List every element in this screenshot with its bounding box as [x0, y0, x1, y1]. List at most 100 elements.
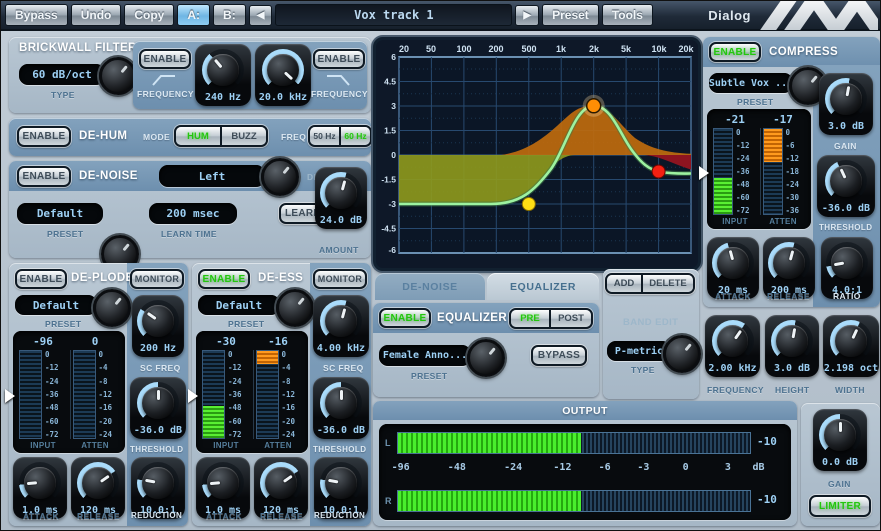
- tab-de-noise[interactable]: DE-NOISE: [375, 273, 485, 300]
- compress-title: COMPRESS: [769, 46, 838, 58]
- dehum-enable-button[interactable]: ENABLE: [17, 126, 71, 147]
- compress-atten-label: ATTEN: [759, 217, 807, 226]
- eq-band-handle-lowshelf[interactable]: [522, 198, 535, 211]
- eq-band-handle-parametric[interactable]: [587, 99, 601, 113]
- limiter-button[interactable]: LIMITER: [809, 495, 871, 517]
- deplode-reduction-knob-module[interactable]: 10.0:1: [131, 457, 185, 519]
- equalizer-pre-button[interactable]: PRE: [511, 310, 549, 327]
- denoise-preset-display[interactable]: Default: [17, 203, 103, 224]
- band-width-knob-module[interactable]: 2.198 oct: [823, 315, 879, 377]
- output-scale: -96 -48 -24 -12 -6 -3 0 3 dB: [397, 462, 749, 482]
- lowpass-frequency-knob-module[interactable]: 20.0 kHz: [255, 44, 311, 106]
- ab-compare-b-button[interactable]: B:: [213, 4, 246, 26]
- brickwall-type-knob[interactable]: [99, 57, 137, 95]
- ab-compare-a-button[interactable]: A:: [177, 4, 210, 26]
- svg-text:10k: 10k: [651, 44, 667, 54]
- deplode-title: DE-PLODE: [71, 272, 134, 284]
- bypass-button[interactable]: Bypass: [5, 4, 68, 26]
- tab-equalizer[interactable]: EQUALIZER: [487, 273, 599, 300]
- denoise-amount-knob-module[interactable]: 24.0 dB: [315, 167, 367, 229]
- deplode-monitor-button[interactable]: MONITOR: [130, 269, 184, 289]
- compress-threshold-marker[interactable]: [699, 166, 716, 180]
- output-gain-knob-module[interactable]: 0.0 dB: [813, 409, 867, 471]
- eq-graph[interactable]: 20501002005001k2k5k10k20k 64.531.50-1.5-…: [373, 37, 701, 271]
- brickwall-type-label: TYPE: [51, 90, 75, 100]
- deplode-preset-knob[interactable]: [93, 289, 131, 327]
- deess-threshold-marker[interactable]: [188, 389, 205, 403]
- compress-attack-knob-module[interactable]: 20 ms: [707, 237, 759, 299]
- band-type-knob[interactable]: [663, 335, 701, 373]
- deplode-sc-freq-knob-module[interactable]: 200 Hz: [132, 295, 184, 357]
- dehum-freq-50hz-button[interactable]: 50 Hz: [310, 127, 339, 145]
- compress-atten-peak: -17: [759, 113, 807, 126]
- denoise-disp-mode-knob[interactable]: [261, 158, 299, 196]
- deplode-threshold-value: -36.0 dB: [134, 425, 182, 436]
- band-type-display[interactable]: P-metric: [607, 341, 671, 361]
- denoise-enable-button[interactable]: ENABLE: [17, 166, 71, 187]
- band-add-delete-switch: ADD DELETE: [605, 273, 695, 294]
- highpass-frequency-knob-module[interactable]: 240 Hz: [195, 44, 251, 106]
- lowpass-filter-icon: [325, 74, 351, 86]
- deplode-input-peak: -96: [17, 335, 69, 348]
- equalizer-post-button[interactable]: POST: [549, 310, 591, 327]
- highpass-enable-button[interactable]: ENABLE: [139, 49, 191, 69]
- deess-sc-freq-knob-module[interactable]: 4.00 kHz: [313, 295, 369, 357]
- deplode-enable-button[interactable]: ENABLE: [15, 269, 67, 289]
- deess-monitor-button[interactable]: MONITOR: [313, 269, 367, 289]
- copy-button[interactable]: Copy: [124, 4, 174, 26]
- deess-threshold-knob-module[interactable]: -36.0 dB: [313, 377, 369, 439]
- compress-input-peak: -21: [711, 113, 759, 126]
- deess-input-label: INPUT: [200, 441, 252, 450]
- previous-preset-icon[interactable]: ◀: [249, 5, 273, 26]
- equalizer-enable-button[interactable]: ENABLE: [379, 308, 431, 328]
- deplode-threshold-marker[interactable]: [5, 389, 22, 403]
- deplode-threshold-knob-module[interactable]: -36.0 dB: [130, 377, 186, 439]
- deess-preset-display[interactable]: Default: [198, 295, 280, 315]
- dehum-freq-60hz-button[interactable]: 60 Hz: [339, 127, 370, 145]
- brickwall-filter-title: BRICKWALL FILTER: [19, 42, 137, 54]
- dehum-panel: ENABLE DE-HUM MODE HUM BUZZ FREQ 50 Hz 6…: [9, 118, 371, 156]
- band-parameter-knobs: 2.00 kHz FREQUENCY 3.0 dB HEIGHT 2.198 o…: [703, 311, 880, 401]
- lowpass-enable-button[interactable]: ENABLE: [313, 49, 365, 69]
- deplode-release-knob-module[interactable]: 120 ms: [71, 457, 125, 519]
- equalizer-preset-knob[interactable]: [467, 339, 505, 377]
- deess-attack-knob-module[interactable]: 1.0 ms: [196, 457, 250, 519]
- preset-menu-button[interactable]: Preset: [542, 4, 599, 26]
- svg-text:6: 6: [391, 52, 396, 62]
- deess-reduction-knob-module[interactable]: 10.0:1: [314, 457, 368, 519]
- deess-enable-button[interactable]: ENABLE: [198, 269, 250, 289]
- compress-ratio-knob-module[interactable]: 4.0:1: [821, 237, 873, 299]
- band-add-button[interactable]: ADD: [607, 275, 641, 292]
- deess-preset-knob[interactable]: [276, 289, 314, 327]
- denoise-learn-time-display[interactable]: 200 msec: [149, 203, 237, 224]
- preset-name-display[interactable]: Vox track 1: [275, 4, 512, 26]
- undo-button[interactable]: Undo: [71, 4, 122, 26]
- tools-menu-button[interactable]: Tools: [602, 4, 653, 26]
- deess-release-knob-module[interactable]: 120 ms: [254, 457, 308, 519]
- svg-text:20k: 20k: [678, 44, 694, 54]
- equalizer-preset-display[interactable]: Female Anno...: [379, 345, 471, 366]
- compress-gain-knob-module[interactable]: 3.0 dB: [819, 73, 873, 135]
- compress-release-knob-module[interactable]: 200 ms: [763, 237, 815, 299]
- denoise-disp-mode-display[interactable]: Left: [159, 165, 265, 187]
- dehum-mode-hum-button[interactable]: HUM: [176, 127, 220, 145]
- band-frequency-knob-module[interactable]: 2.00 kHz: [705, 315, 760, 377]
- deplode-attack-knob-module[interactable]: 1.0 ms: [13, 457, 67, 519]
- band-delete-button[interactable]: DELETE: [641, 275, 693, 292]
- compress-gain-label: GAIN: [834, 141, 857, 151]
- equalizer-title: EQUALIZER: [437, 312, 507, 324]
- band-height-knob-module[interactable]: 3.0 dB: [765, 315, 819, 377]
- deess-release-label: RELEASE: [260, 511, 303, 521]
- dehum-mode-buzz-button[interactable]: BUZZ: [220, 127, 266, 145]
- compress-enable-button[interactable]: ENABLE: [709, 42, 761, 62]
- equalizer-bypass-button[interactable]: BYPASS: [531, 345, 587, 366]
- brickwall-filter-panel: BRICKWALL FILTER 60 dB/oct TYPE ENABLE F…: [9, 37, 371, 113]
- toolbar: Bypass Undo Copy A: B: ◀ Vox track 1 ▶ P…: [1, 1, 881, 31]
- brickwall-type-display[interactable]: 60 dB/oct: [19, 64, 105, 85]
- deplode-preset-display[interactable]: Default: [15, 295, 97, 315]
- compress-preset-display[interactable]: Subtle Vox ...: [709, 73, 793, 93]
- eq-band-handle-highshelf[interactable]: [652, 165, 665, 178]
- deess-input-meter: 0-12-24-36-48-60-72: [200, 350, 251, 439]
- next-preset-icon[interactable]: ▶: [515, 5, 539, 26]
- compress-threshold-knob-module[interactable]: -36.0 dB: [817, 155, 875, 217]
